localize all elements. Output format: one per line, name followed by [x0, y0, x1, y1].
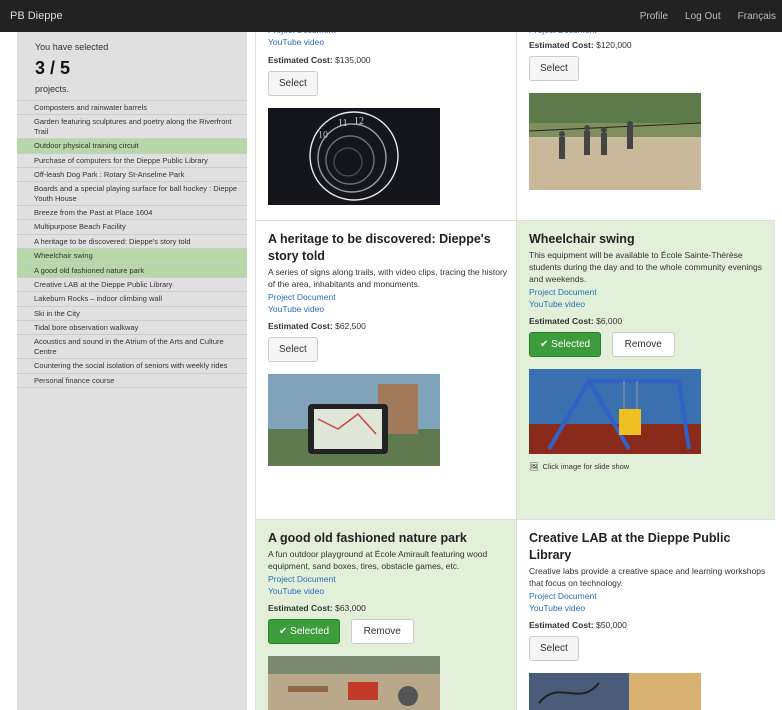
estimated-cost: Estimated Cost: $63,000 [268, 603, 366, 614]
project-list-item[interactable]: Creative LAB at the Dieppe Public Librar… [17, 278, 247, 293]
select-button[interactable]: Select [529, 56, 579, 82]
project-title: A heritage to be discovered: Dieppe's st… [268, 232, 491, 263]
selection-sidebar: You have selected 3 / 5 projects. Compos… [17, 32, 247, 710]
nav-links: Profile Log Out Français [640, 11, 776, 22]
project-title: Wheelchair swing [529, 232, 635, 246]
project-list-item[interactable]: Composters and rainwater barrels [17, 101, 247, 116]
project-card-selected: Wheelchair swing This equipment will be … [517, 221, 775, 520]
project-photo-creative-lab[interactable] [529, 673, 701, 710]
project-list: Composters and rainwater barrels Garden f… [17, 100, 247, 388]
select-button[interactable]: Select [529, 636, 579, 662]
select-button[interactable]: Select [268, 337, 318, 363]
project-document-link[interactable]: Project Document [268, 291, 516, 303]
project-card: Project Document YouTube video Estimated… [256, 32, 517, 221]
project-card: A heritage to be discovered: Dieppe's st… [256, 221, 517, 520]
select-button[interactable]: Select [268, 70, 318, 96]
project-card-selected: A good old fashioned nature park A fun o… [256, 520, 517, 710]
project-list-item[interactable]: Personal finance course [17, 374, 247, 388]
slideshow-icon: 🖼 [529, 462, 539, 472]
project-list-item[interactable]: Wheelchair swing [17, 249, 247, 264]
project-document-link[interactable]: Project Document [268, 573, 516, 585]
project-title: A good old fashioned nature park [268, 531, 467, 545]
remove-button[interactable]: Remove [350, 619, 414, 645]
selected-label: You have selected [35, 42, 109, 52]
svg-text:11: 11 [338, 118, 348, 129]
project-photo-clock[interactable]: 11 12 10 [268, 107, 440, 205]
project-document-link[interactable]: Project Document [529, 32, 775, 36]
estimated-cost: Estimated Cost: $50,000 [529, 620, 627, 631]
project-list-item[interactable]: Tidal bore observation walkway [17, 321, 247, 336]
project-description: Creative labs provide a creative space a… [529, 565, 766, 588]
estimated-cost: Estimated Cost: $120,000 [529, 40, 632, 51]
selected-count: 3 / 5 [35, 58, 71, 78]
project-description: This equipment will be available to Écol… [529, 249, 762, 284]
projects-label: projects. [35, 84, 70, 94]
project-list-item[interactable]: Multipurpose Beach Facility [17, 220, 247, 235]
project-document-link[interactable]: Project Document [529, 286, 775, 298]
top-navbar: PB Dieppe Profile Log Out Français [0, 0, 782, 32]
estimated-cost: Estimated Cost: $135,000 [268, 54, 371, 65]
project-photo-beach-volleyball[interactable] [529, 93, 701, 191]
nav-language-link[interactable]: Français [738, 11, 776, 22]
project-title: Creative LAB at the Dieppe Public Librar… [529, 531, 731, 562]
slideshow-hint[interactable]: 🖼 Click image for slide show [529, 462, 775, 471]
project-description: A series of signs along trails, with vid… [268, 266, 508, 289]
project-list-item[interactable]: Boards and a special playing surface for… [17, 182, 247, 206]
project-card: Project Document Estimated Cost: $120,00… [517, 32, 775, 221]
project-description: A fun outdoor playground at École Amirau… [268, 548, 488, 571]
project-list-item[interactable]: A heritage to be discovered: Dieppe's st… [17, 235, 247, 250]
check-icon: ✔ [279, 626, 288, 638]
youtube-video-link[interactable]: YouTube video [268, 36, 516, 48]
selected-button[interactable]: ✔ Selected [268, 619, 341, 645]
estimated-cost: Estimated Cost: $62,500 [268, 321, 366, 332]
project-document-link[interactable]: Project Document [529, 590, 775, 602]
project-list-item[interactable]: Ski in the City [17, 307, 247, 321]
project-list-item[interactable]: Acoustics and sound in the Atrium of the… [17, 335, 247, 360]
svg-text:10: 10 [318, 130, 328, 141]
nav-profile-link[interactable]: Profile [640, 11, 668, 22]
brand-link[interactable]: PB Dieppe [10, 10, 63, 22]
nav-logout-link[interactable]: Log Out [685, 11, 721, 22]
selected-button[interactable]: ✔ Selected [529, 332, 602, 358]
youtube-video-link[interactable]: YouTube video [268, 585, 516, 597]
project-photo-wheelchair-swing[interactable] [529, 369, 701, 455]
check-icon: ✔ [540, 339, 549, 351]
youtube-video-link[interactable]: YouTube video [529, 298, 775, 310]
project-card: Creative LAB at the Dieppe Public Librar… [517, 520, 775, 710]
project-photo-tablet-map[interactable] [268, 374, 440, 467]
project-list-item[interactable]: A good old fashioned nature park [17, 263, 247, 278]
youtube-video-link[interactable]: YouTube video [529, 602, 775, 614]
project-list-item[interactable]: Purchase of computers for the Dieppe Pub… [17, 154, 247, 168]
youtube-video-link[interactable]: YouTube video [268, 303, 516, 315]
project-list-item[interactable]: Countering the social isolation of senio… [17, 359, 247, 374]
svg-text:12: 12 [354, 116, 364, 127]
project-grid: Project Document YouTube video Estimated… [255, 32, 775, 710]
project-list-item[interactable]: Lakeburn Rocks – indoor climbing wall [17, 292, 247, 307]
project-list-item[interactable]: Off-leash Dog Park : Rotary St-Anselme P… [17, 168, 247, 183]
project-photo-nature-park[interactable] [268, 656, 440, 710]
project-list-item[interactable]: Outdoor physical training circuit [17, 139, 247, 154]
project-list-item[interactable]: Breeze from the Past at Place 1604 [17, 206, 247, 221]
project-list-item[interactable]: Garden featuring sculptures and poetry a… [17, 115, 247, 140]
remove-button[interactable]: Remove [611, 332, 675, 358]
estimated-cost: Estimated Cost: $6,000 [529, 316, 623, 327]
